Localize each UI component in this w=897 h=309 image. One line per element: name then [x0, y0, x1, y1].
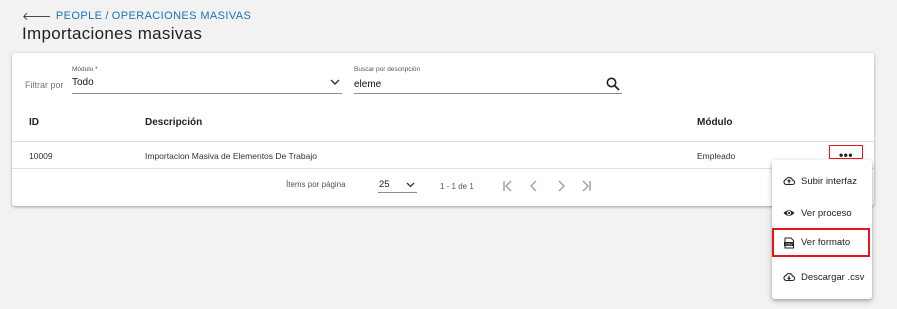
svg-text:CSV: CSV	[786, 242, 794, 246]
search-field: Buscar por descripción	[354, 66, 622, 94]
cloud-upload-icon	[783, 176, 795, 186]
previous-page-icon[interactable]	[527, 179, 541, 193]
cell-id: 10009	[29, 151, 53, 161]
menu-item-label: Descargar .csv	[801, 271, 865, 283]
cloud-download-icon	[783, 272, 795, 282]
breadcrumb-item-people[interactable]: PEOPLE	[56, 10, 102, 22]
table-header: ID Descripción Módulo	[12, 105, 874, 142]
eye-icon	[783, 210, 795, 216]
modulo-label: Módulo *	[72, 66, 98, 73]
breadcrumb-separator: /	[105, 10, 109, 22]
menu-item-label: Subir interfaz	[801, 175, 857, 187]
page-range: 1 - 1 de 1	[440, 182, 474, 191]
breadcrumb-item-operaciones-masivas[interactable]: OPERACIONES MASIVAS	[112, 10, 251, 22]
modulo-value: Todo	[72, 77, 94, 88]
filter-label: Filtrar por	[25, 80, 64, 90]
cell-descripcion: Importacion Masiva de Elementos De Traba…	[145, 151, 317, 161]
column-header-modulo[interactable]: Módulo	[697, 117, 733, 128]
menu-item-subir-interfaz[interactable]: Subir interfaz	[772, 166, 872, 196]
more-horizontal-icon: •••	[838, 148, 854, 162]
next-page-icon[interactable]	[554, 179, 568, 193]
imports-card: Filtrar por Módulo * Todo Buscar por des…	[12, 53, 874, 206]
paginator: Ítems por página 25 1 - 1 de 1	[12, 170, 874, 202]
chevron-down-icon	[330, 79, 340, 85]
table-row: 10009 Importacion Masiva de Elementos De…	[12, 142, 874, 169]
items-per-page-label: Ítems por página	[286, 180, 346, 189]
menu-item-ver-proceso[interactable]: Ver proceso	[772, 198, 872, 228]
column-header-descripcion[interactable]: Descripción	[145, 117, 202, 128]
search-label: Buscar por descripción	[354, 66, 421, 73]
items-per-page-value: 25	[379, 179, 390, 190]
column-header-id[interactable]: ID	[29, 117, 39, 128]
first-page-icon[interactable]	[501, 179, 515, 193]
file-format-icon: CSV	[784, 237, 794, 248]
search-icon[interactable]	[606, 77, 620, 91]
cell-modulo: Empleado	[697, 151, 736, 161]
breadcrumb: 🡐 PEOPLE / OPERACIONES MASIVAS	[22, 9, 251, 23]
page-title: Importaciones masivas	[22, 24, 203, 43]
modulo-select[interactable]: Módulo * Todo	[72, 66, 342, 94]
arrow-left-icon[interactable]: 🡐	[22, 9, 52, 23]
items-per-page-select[interactable]: 25	[378, 175, 417, 193]
menu-item-ver-formato[interactable]: CSV Ver formato	[772, 228, 870, 257]
search-input[interactable]	[354, 79, 584, 90]
menu-item-descargar-csv[interactable]: Descargar .csv	[772, 262, 872, 292]
chevron-down-icon	[406, 182, 415, 188]
row-actions-button[interactable]: •••	[829, 145, 863, 162]
menu-item-label: Ver proceso	[801, 207, 852, 219]
row-actions-menu: Subir interfaz Ver proceso CSV Ver forma…	[772, 160, 872, 299]
menu-item-label: Ver formato	[801, 237, 851, 248]
last-page-icon[interactable]	[579, 179, 593, 193]
